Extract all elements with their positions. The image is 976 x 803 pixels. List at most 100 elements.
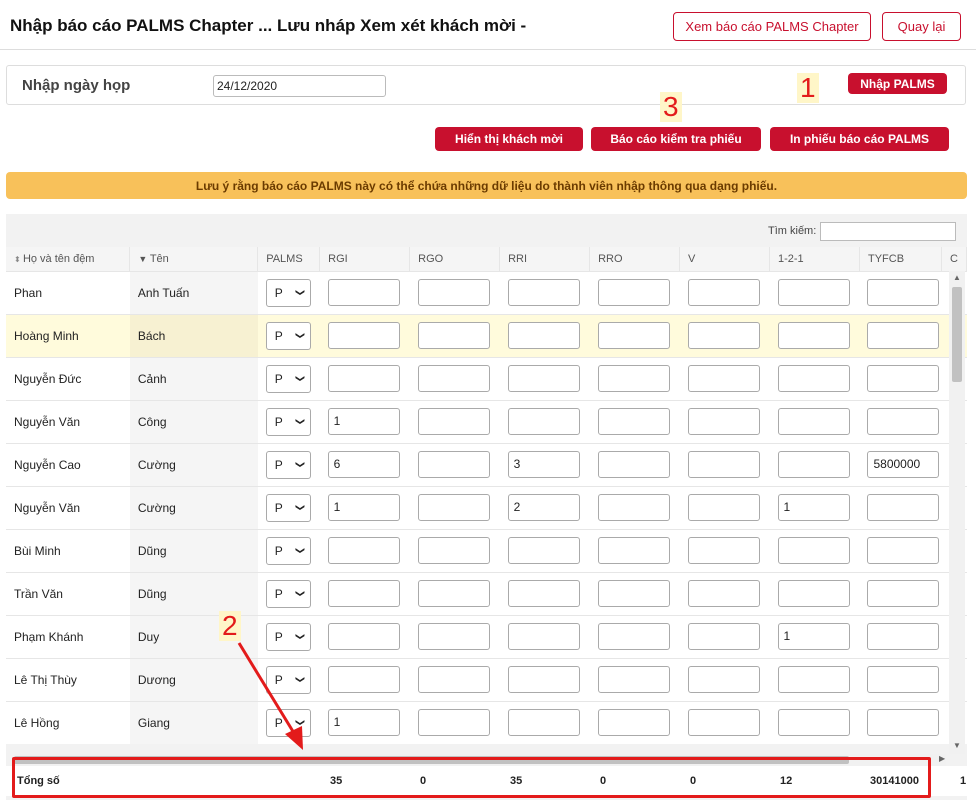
rro-input[interactable] <box>597 709 670 737</box>
palms-select[interactable]: P ❯ <box>265 708 311 737</box>
rro-input[interactable] <box>597 494 670 521</box>
rri-input[interactable] <box>507 537 580 564</box>
palms-select[interactable]: P ❯ <box>265 450 311 479</box>
rro-input[interactable] <box>597 537 670 564</box>
rgi-input[interactable] <box>327 666 400 693</box>
rgi-input[interactable] <box>327 580 400 607</box>
rgo-input[interactable] <box>417 623 490 650</box>
v-input[interactable] <box>687 365 760 392</box>
header-rgo[interactable]: RGO <box>409 247 501 271</box>
tyfcb-input[interactable] <box>867 365 940 392</box>
palms-select[interactable]: P ❯ <box>265 579 311 608</box>
rri-input[interactable] <box>507 322 580 349</box>
v-input[interactable] <box>687 623 760 650</box>
rgo-input[interactable] <box>417 365 490 392</box>
v-input[interactable] <box>687 537 760 564</box>
rri-input[interactable] <box>507 365 580 392</box>
header-tyfcb[interactable]: TYFCB <box>859 247 942 271</box>
rgo-input[interactable] <box>417 709 490 737</box>
rri-input[interactable] <box>507 709 580 737</box>
one21-input[interactable] <box>777 709 850 737</box>
vertical-scrollbar[interactable]: ▲ ▼ <box>949 271 965 754</box>
scroll-right-icon[interactable]: ▶ <box>939 754 945 763</box>
one21-input[interactable] <box>777 279 850 306</box>
palms-select[interactable]: P ❯ <box>265 665 311 694</box>
rro-input[interactable] <box>597 408 670 435</box>
one21-input[interactable] <box>777 537 850 564</box>
rro-input[interactable] <box>597 580 670 607</box>
rri-input[interactable] <box>507 279 580 306</box>
tyfcb-input[interactable] <box>867 408 940 435</box>
scroll-down-icon[interactable]: ▼ <box>953 741 961 750</box>
rri-input[interactable] <box>507 623 580 650</box>
palms-select[interactable]: P ❯ <box>265 407 311 436</box>
tyfcb-input[interactable] <box>867 580 940 607</box>
rgo-input[interactable] <box>417 451 490 478</box>
rgi-input[interactable] <box>327 623 400 650</box>
rro-input[interactable] <box>597 451 670 478</box>
rro-input[interactable] <box>597 623 670 650</box>
v-input[interactable] <box>687 279 760 306</box>
rri-input[interactable] <box>507 666 580 693</box>
v-input[interactable] <box>687 580 760 607</box>
one21-input[interactable] <box>777 580 850 607</box>
rgi-input[interactable] <box>327 365 400 392</box>
rgo-input[interactable] <box>417 580 490 607</box>
tyfcb-input[interactable] <box>867 623 940 650</box>
rgi-input[interactable]: 1 <box>327 709 400 737</box>
tyfcb-input[interactable] <box>867 709 940 737</box>
tyfcb-input[interactable]: 5800000 <box>867 451 940 478</box>
palms-select[interactable]: P ❯ <box>265 493 311 522</box>
tyfcb-input[interactable] <box>867 279 940 306</box>
rro-input[interactable] <box>597 666 670 693</box>
rri-input[interactable]: 3 <box>507 451 580 478</box>
rgi-input[interactable] <box>327 279 400 306</box>
one21-input[interactable]: 1 <box>777 494 850 521</box>
rgi-input[interactable]: 6 <box>327 451 400 478</box>
header-rgi[interactable]: RGI <box>319 247 411 271</box>
v-input[interactable] <box>687 322 760 349</box>
meeting-date-input[interactable]: 24/12/2020 <box>213 75 386 97</box>
rgo-input[interactable] <box>417 666 490 693</box>
one21-input[interactable] <box>777 408 850 435</box>
v-input[interactable] <box>687 451 760 478</box>
header-palms[interactable]: PALMS <box>257 247 321 271</box>
v-input[interactable] <box>687 408 760 435</box>
v-input[interactable] <box>687 666 760 693</box>
palms-select[interactable]: P ❯ <box>265 321 311 350</box>
rri-input[interactable] <box>507 580 580 607</box>
rgi-input[interactable]: 1 <box>327 494 400 521</box>
palms-select[interactable]: P ❯ <box>265 364 311 393</box>
enter-palms-button[interactable]: Nhập PALMS <box>848 73 947 94</box>
header-ten[interactable]: ▼ Tên <box>129 247 259 271</box>
rgi-input[interactable]: 1 <box>327 408 400 435</box>
rgo-input[interactable] <box>417 494 490 521</box>
one21-input[interactable] <box>777 666 850 693</box>
header-ho[interactable]: ⬍ Họ và tên đệm <box>6 247 131 271</box>
search-input[interactable] <box>820 222 956 241</box>
header-rri[interactable]: RRI <box>499 247 591 271</box>
tyfcb-input[interactable] <box>867 494 940 521</box>
v-input[interactable] <box>687 709 760 737</box>
check-report-button[interactable]: Báo cáo kiểm tra phiếu <box>591 127 761 151</box>
header-1-2-1[interactable]: 1-2-1 <box>769 247 860 271</box>
rro-input[interactable] <box>597 279 670 306</box>
print-palms-report-button[interactable]: In phiếu báo cáo PALMS <box>770 127 949 151</box>
v-input[interactable] <box>687 494 760 521</box>
rgi-input[interactable] <box>327 537 400 564</box>
rri-input[interactable]: 2 <box>507 494 580 521</box>
one21-input[interactable] <box>777 322 850 349</box>
header-v[interactable]: V <box>679 247 770 271</box>
show-guests-button[interactable]: Hiển thị khách mời <box>435 127 583 151</box>
header-c[interactable]: C <box>941 247 968 271</box>
rgo-input[interactable] <box>417 322 490 349</box>
palms-select[interactable]: P ❯ <box>265 278 311 307</box>
one21-input[interactable] <box>777 365 850 392</box>
rro-input[interactable] <box>597 365 670 392</box>
rgi-input[interactable] <box>327 322 400 349</box>
header-rro[interactable]: RRO <box>589 247 681 271</box>
scroll-up-icon[interactable]: ▲ <box>953 273 961 282</box>
view-palms-report-button[interactable]: Xem báo cáo PALMS Chapter <box>673 12 871 41</box>
tyfcb-input[interactable] <box>867 322 940 349</box>
tyfcb-input[interactable] <box>867 537 940 564</box>
